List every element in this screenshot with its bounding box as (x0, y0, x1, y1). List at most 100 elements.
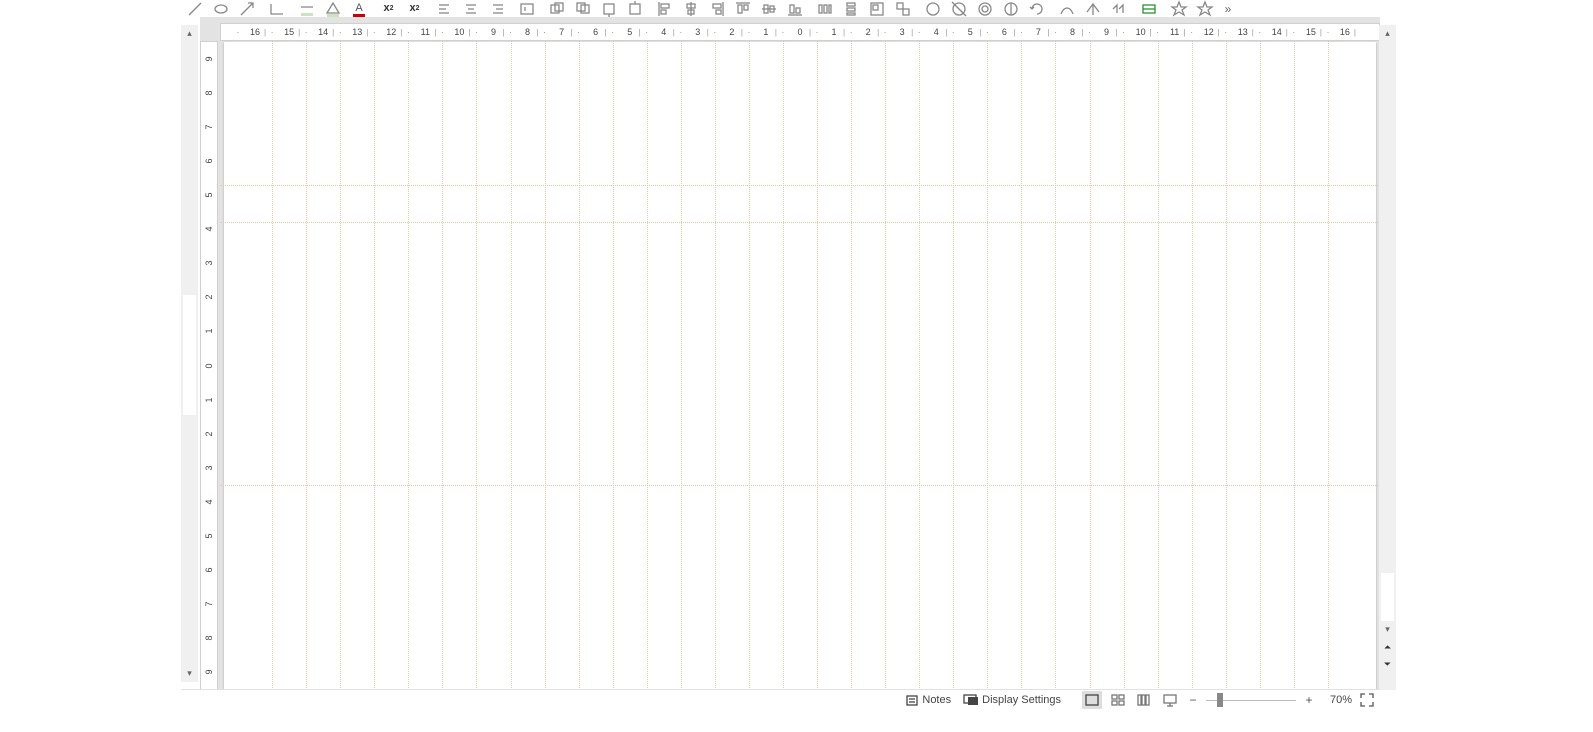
zoom-in-icon[interactable]: + (1302, 693, 1316, 707)
send-backward-icon[interactable] (623, 0, 646, 17)
ruler-pipe: | (400, 24, 403, 40)
ruler-dot: · (1224, 24, 1228, 40)
zoom-percent[interactable]: 70% (1322, 694, 1352, 706)
line-color-icon[interactable] (295, 0, 318, 17)
ruler-dot: · (236, 24, 240, 40)
zoom-slider[interactable] (1206, 693, 1296, 707)
scroll-up-icon[interactable]: ▴ (1379, 25, 1396, 42)
fontwork-icon[interactable] (1055, 0, 1078, 17)
vertical-ruler[interactable]: 9876543210123456789 (200, 41, 218, 690)
line-icon[interactable] (183, 0, 206, 17)
zoom-thumb[interactable] (1217, 693, 1223, 707)
shadow-icon[interactable] (921, 0, 944, 17)
toolbar-separator (809, 2, 810, 16)
ruler-pipe: | (1013, 24, 1016, 40)
ruler-tick: 0 (794, 24, 806, 40)
ruler-pipe: | (1183, 24, 1186, 40)
ruler-tick: 8 (202, 630, 216, 646)
filter-icon[interactable] (973, 0, 996, 17)
scrollbar-thumb[interactable] (183, 295, 196, 415)
ruler-pipe: | (1353, 24, 1356, 40)
ruler-dot: · (815, 24, 819, 40)
ruler-tick: 12 (1203, 24, 1215, 40)
align-top-obj-icon[interactable] (731, 0, 754, 17)
reading-view-icon[interactable] (1160, 691, 1180, 709)
ruler-tick: 15 (1305, 24, 1317, 40)
outline-view-icon[interactable] (1108, 691, 1128, 709)
align-center-icon[interactable] (459, 0, 482, 17)
slide-sorter-view-icon[interactable] (1134, 691, 1154, 709)
ellipse-icon[interactable] (209, 0, 232, 17)
scroll-down-icon[interactable]: ▾ (181, 665, 198, 682)
rotate-icon[interactable] (1025, 0, 1048, 17)
ruler-dot: · (611, 24, 615, 40)
align-left-obj-icon[interactable] (653, 0, 676, 17)
notes-toggle[interactable]: Notes (902, 691, 954, 709)
scroll-up-icon[interactable]: ▴ (181, 25, 198, 42)
ruler-dot: · (951, 24, 955, 40)
toolbar-separator (261, 2, 262, 16)
ruler-dot: · (372, 24, 376, 40)
ruler-pipe: | (809, 24, 812, 40)
extrusion-icon[interactable] (1081, 0, 1104, 17)
distribute-vert-icon[interactable] (839, 0, 862, 17)
send-back-icon[interactable] (571, 0, 594, 17)
crop-icon[interactable] (947, 0, 970, 17)
insert-text-icon[interactable] (515, 0, 538, 17)
star-5-icon[interactable] (1167, 0, 1190, 17)
horizontal-ruler[interactable]: ·16|·15|·14|·13|·12|·11|·10|·9|·8|·7|·6|… (220, 23, 1380, 41)
animation-icon[interactable] (1107, 0, 1130, 17)
font-color-icon[interactable]: A (347, 0, 370, 17)
superscript-icon[interactable]: x2 (403, 0, 426, 17)
slide[interactable] (224, 42, 1375, 689)
ruler-tick: 4 (658, 24, 670, 40)
ruler-dot: · (917, 24, 921, 40)
ruler-dot: · (1053, 24, 1057, 40)
next-slide-icon[interactable]: ⏷ (1379, 656, 1396, 673)
ruler-pipe: | (502, 24, 505, 40)
ruler-tick: 6 (998, 24, 1010, 40)
ruler-dot: · (985, 24, 989, 40)
zoom-out-icon[interactable]: − (1186, 693, 1200, 707)
align-bottom-obj-icon[interactable] (783, 0, 806, 17)
flip-icon[interactable] (999, 0, 1022, 17)
star-5-outline-icon[interactable] (1193, 0, 1216, 17)
bring-forward-icon[interactable] (597, 0, 620, 17)
ruler-pipe: | (706, 24, 709, 40)
ungroup-icon[interactable] (891, 0, 914, 17)
toolbar-overflow[interactable]: » (1219, 0, 1237, 17)
ruler-pipe: | (638, 24, 641, 40)
fill-color-icon[interactable] (321, 0, 344, 17)
align-center-obj-icon[interactable] (679, 0, 702, 17)
group-icon[interactable] (865, 0, 888, 17)
display-settings[interactable]: Display Settings (960, 691, 1064, 709)
fit-slide-icon[interactable] (1358, 691, 1376, 709)
align-right-icon[interactable] (485, 0, 508, 17)
slide-panel-scrollbar[interactable]: ▴ ▾ (181, 25, 198, 682)
bring-front-icon[interactable] (545, 0, 568, 17)
slide-surface[interactable] (220, 41, 1380, 690)
show-draw-icon[interactable] (1137, 0, 1160, 17)
ruler-tick: 1 (202, 323, 216, 339)
align-middle-obj-icon[interactable] (757, 0, 780, 17)
ruler-dot: · (1326, 24, 1330, 40)
subscript-icon[interactable]: x2 (377, 0, 400, 17)
distribute-horz-icon[interactable] (813, 0, 836, 17)
ruler-tick: 10 (1135, 24, 1147, 40)
ruler-pipe: | (298, 24, 301, 40)
normal-view-icon[interactable] (1082, 691, 1102, 709)
ruler-dot: · (577, 24, 581, 40)
ruler-tick: 8 (202, 85, 216, 101)
canvas-scrollbar[interactable]: ▴ ▾ ⏶ ⏷ (1379, 25, 1396, 690)
ruler-tick: 16 (1339, 24, 1351, 40)
previous-slide-icon[interactable]: ⏶ (1379, 639, 1396, 656)
toolbar-separator (1133, 2, 1134, 16)
connector-icon[interactable] (265, 0, 288, 17)
ruler-dot: · (1122, 24, 1126, 40)
ruler-tick: 7 (202, 596, 216, 612)
align-right-obj-icon[interactable] (705, 0, 728, 17)
align-left-icon[interactable] (433, 0, 456, 17)
scroll-down-icon[interactable]: ▾ (1379, 621, 1396, 638)
arrow-icon[interactable] (235, 0, 258, 17)
ruler-dot: · (713, 24, 717, 40)
